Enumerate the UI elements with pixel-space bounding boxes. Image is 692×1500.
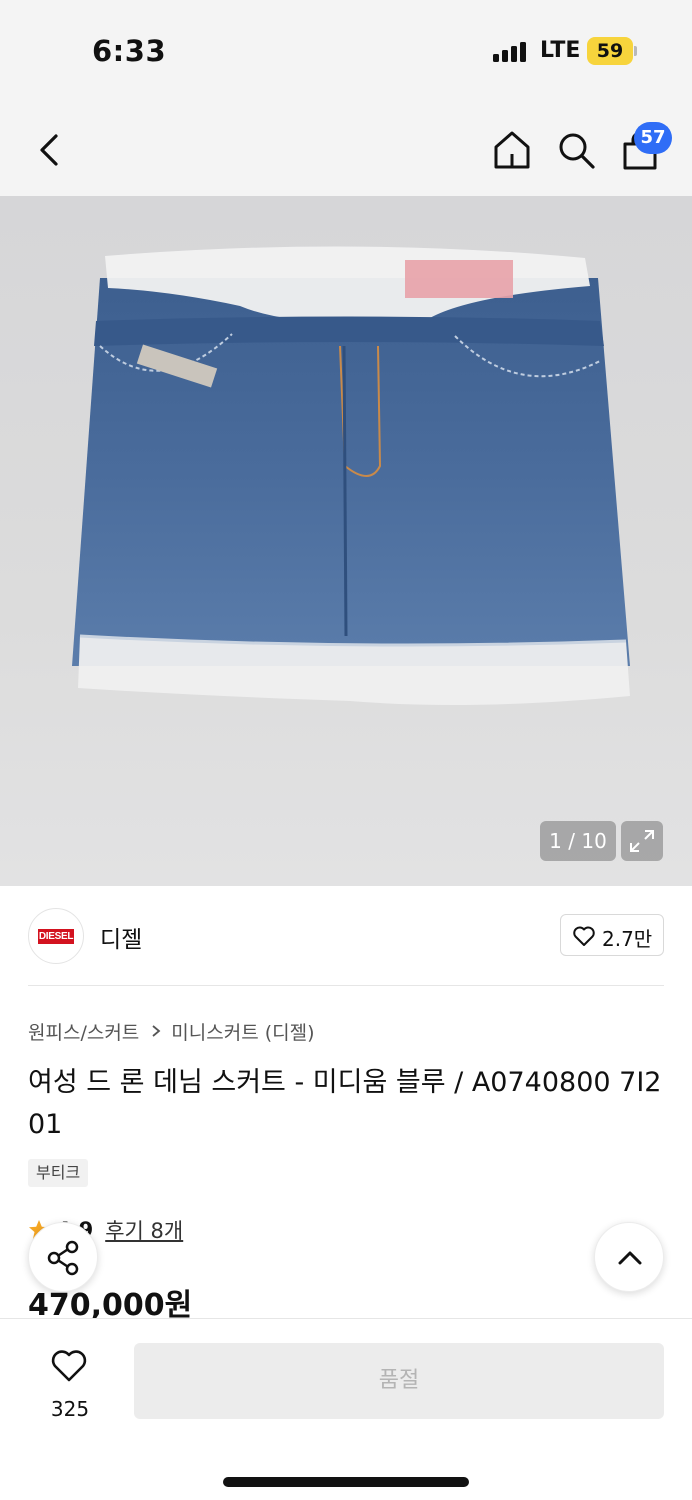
boutique-tag: 부티크 xyxy=(28,1159,89,1187)
share-button[interactable] xyxy=(28,1222,98,1292)
status-time: 6:33 xyxy=(92,34,167,68)
search-button[interactable] xyxy=(554,128,598,172)
brand-row[interactable]: DIESEL 디젤 2.7만 xyxy=(0,886,692,986)
battery-indicator: 59 xyxy=(587,37,633,65)
divider xyxy=(28,985,664,986)
chevron-up-icon xyxy=(618,1251,642,1265)
cart-count-badge: 57 xyxy=(634,122,672,154)
product-photo xyxy=(72,246,630,705)
bottom-action-bar: 325 품절 xyxy=(0,1318,692,1500)
review-count-link[interactable]: 후기 8개 xyxy=(105,1215,183,1245)
back-button[interactable] xyxy=(30,128,70,172)
brand-logo[interactable]: DIESEL xyxy=(28,908,84,964)
network-type: LTE xyxy=(540,38,581,63)
expand-icon xyxy=(630,830,654,852)
breadcrumb-category[interactable]: 원피스/스커트 xyxy=(28,1018,139,1045)
chevron-left-icon xyxy=(40,134,58,166)
signal-strength-icon xyxy=(493,42,527,62)
heart-icon xyxy=(51,1350,87,1382)
chevron-right-icon xyxy=(152,1025,161,1037)
breadcrumb-subcategory[interactable]: 미니스커트 (디젤) xyxy=(171,1018,314,1045)
brand-logo-text: DIESEL xyxy=(38,929,74,944)
header-nav: 57 xyxy=(0,100,692,196)
battery-tip xyxy=(634,46,637,56)
expand-image-button[interactable] xyxy=(621,821,663,861)
image-counter: 1 / 10 xyxy=(540,821,616,861)
share-icon xyxy=(47,1240,79,1276)
brand-like-count: 2.7만 xyxy=(602,927,653,951)
brand-name[interactable]: 디젤 xyxy=(100,920,142,954)
sold-out-button[interactable]: 품절 xyxy=(134,1343,664,1419)
home-button[interactable] xyxy=(490,128,534,172)
brand-like-button[interactable]: 2.7만 xyxy=(560,914,664,956)
home-indicator[interactable] xyxy=(223,1477,469,1487)
breadcrumb: 원피스/스커트 미니스커트 (디젤) xyxy=(28,1016,315,1046)
home-icon xyxy=(494,131,530,169)
status-bar: 6:33 LTE 59 xyxy=(0,0,692,100)
product-title: 여성 드 론 데님 스커트 - 미디움 블루 / A0740800 7I201 xyxy=(28,1067,662,1140)
wishlist-count: 325 xyxy=(50,1397,90,1421)
heart-icon xyxy=(573,926,595,946)
wishlist-button[interactable]: 325 xyxy=(30,1345,110,1425)
product-image-gallery[interactable]: 1 / 10 xyxy=(0,196,692,886)
scroll-to-top-button[interactable] xyxy=(594,1222,664,1292)
search-icon xyxy=(559,133,595,169)
